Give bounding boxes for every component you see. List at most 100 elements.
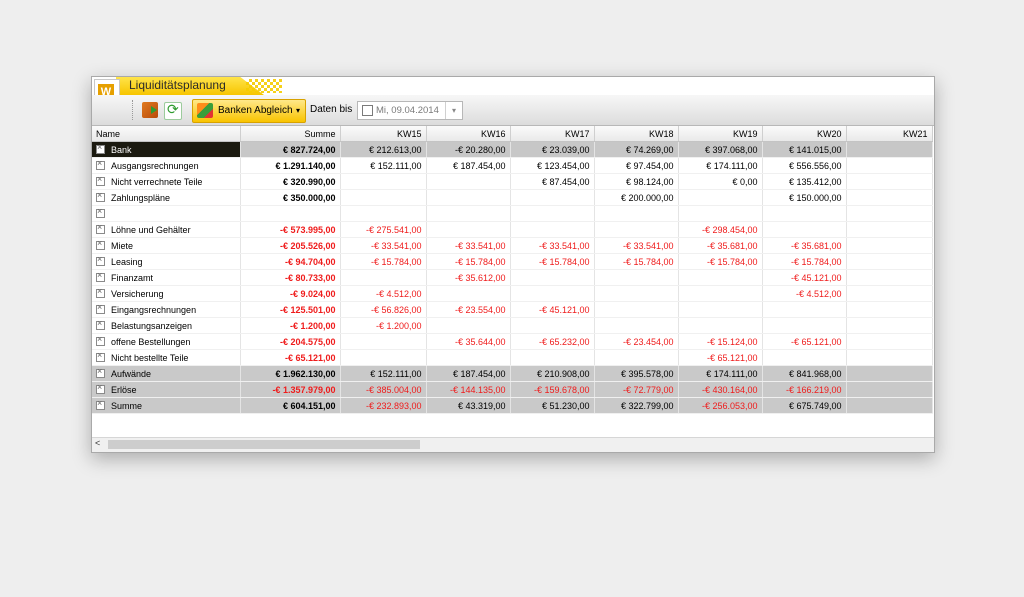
row-checkbox[interactable] (96, 158, 105, 170)
week-cell (846, 301, 933, 318)
scroll-left-icon[interactable]: < (95, 438, 100, 448)
table-row[interactable] (92, 205, 933, 222)
week-cell: -€ 15.784,00 (426, 253, 511, 270)
summe-cell: -€ 94.704,00 (240, 253, 341, 270)
week-cell (846, 253, 933, 270)
row-checkbox[interactable] (96, 366, 105, 378)
week-cell: € 322.799,00 (594, 397, 679, 414)
table-row[interactable]: Nicht verrechnete Teile € 320.990,00 € 87.… (92, 173, 933, 190)
table-row[interactable]: Eingangsrechnungen -€ 125.501,00-€ 56.826… (92, 301, 933, 318)
date-checkbox[interactable] (362, 105, 373, 116)
table-row[interactable]: Zahlungspläne € 350.000,00 € 200.000,00 € 1… (92, 189, 933, 206)
week-cell: -€ 159.678,00 (510, 381, 595, 398)
table-row[interactable]: Finanzamt -€ 80.733,00 -€ 35.612,00 -€ 45.1… (92, 269, 933, 286)
week-cell (846, 381, 933, 398)
table-row[interactable]: Summe € 604.151,00-€ 232.893,00€ 43.319,0… (92, 397, 933, 414)
week-cell: € 0,00 (678, 173, 763, 190)
week-cell: € 212.613,00 (340, 141, 427, 158)
week-cell (426, 317, 511, 334)
week-cell: -€ 4.512,00 (340, 285, 427, 302)
row-checkbox[interactable] (96, 382, 105, 394)
exit-icon[interactable] (142, 102, 158, 118)
summe-cell: € 1.962.130,00 (240, 365, 341, 382)
summe-cell (240, 205, 341, 222)
table-row[interactable]: Aufwände € 1.962.130,00€ 152.111,00€ 187.… (92, 365, 933, 382)
summe-cell: -€ 80.733,00 (240, 269, 341, 286)
row-checkbox[interactable] (96, 254, 105, 266)
table-row[interactable]: Ausgangsrechnungen € 1.291.140,00€ 152.11… (92, 157, 933, 174)
week-cell (594, 269, 679, 286)
table-row[interactable]: Belastungsanzeigen -€ 1.200,00-€ 1.200,00 (92, 317, 933, 334)
summe-cell: -€ 205.526,00 (240, 237, 341, 254)
week-cell: € 150.000,00 (762, 189, 847, 206)
row-name: Summe (111, 400, 143, 411)
week-cell (426, 349, 511, 366)
row-name-cell: Erlöse (92, 381, 241, 398)
column-header-name[interactable]: Name (92, 126, 241, 142)
table-row[interactable]: Bank € 827.724,00€ 212.613,00-€ 20.280,00… (92, 141, 933, 158)
week-cell (762, 317, 847, 334)
row-checkbox[interactable] (96, 238, 105, 250)
row-checkbox[interactable] (96, 286, 105, 298)
scrollbar-thumb[interactable] (108, 440, 420, 449)
banken-abgleich-button[interactable]: Banken Abgleich ▾ (192, 99, 306, 123)
week-cell: -€ 33.541,00 (510, 237, 595, 254)
row-name-cell: Zahlungspläne (92, 189, 241, 206)
row-checkbox[interactable] (96, 142, 105, 154)
bank-sync-icon (197, 103, 213, 118)
table-row[interactable]: Versicherung-€ 9.024,00-€ 4.512,00-€ 4.5… (92, 285, 933, 302)
row-checkbox[interactable] (96, 190, 105, 202)
table-row[interactable]: Leasing-€ 94.704,00-€ 15.784,00-€ 15.784… (92, 253, 933, 270)
row-checkbox[interactable] (96, 302, 105, 314)
week-cell: € 74.269,00 (594, 141, 679, 158)
table-row[interactable]: Löhne und Gehälter -€ 573.995,00-€ 275.54… (92, 221, 933, 238)
column-header-kw16[interactable]: KW16 (426, 126, 511, 142)
column-header-kw17[interactable]: KW17 (510, 126, 595, 142)
row-checkbox[interactable] (96, 206, 105, 218)
row-name: offene Bestellungen (111, 336, 191, 347)
row-checkbox[interactable] (96, 222, 105, 234)
row-checkbox[interactable] (96, 318, 105, 330)
liquidity-table: NameSummeKW15KW16KW17KW18KW19KW20KW21 Ba… (92, 126, 933, 414)
week-cell: € 841.968,00 (762, 365, 847, 382)
table-row[interactable]: Erlöse -€ 1.357.979,00-€ 385.004,00-€ 144… (92, 381, 933, 398)
horizontal-scrollbar[interactable]: < (92, 437, 934, 452)
date-picker[interactable]: Mi, 09.04.2014 ▾ (357, 101, 463, 120)
row-name-cell (92, 205, 241, 222)
row-checkbox[interactable] (96, 398, 105, 410)
table-row[interactable]: Miete-€ 205.526,00-€ 33.541,00-€ 33.541,… (92, 237, 933, 254)
row-name: Ausgangsrechnungen (111, 160, 199, 171)
column-header-kw18[interactable]: KW18 (594, 126, 679, 142)
week-cell (846, 173, 933, 190)
column-header-kw20[interactable]: KW20 (762, 126, 847, 142)
column-header-kw19[interactable]: KW19 (678, 126, 763, 142)
week-cell: € 556.556,00 (762, 157, 847, 174)
table-row[interactable]: Nicht bestellte Teile -€ 65.121,00 -€ 65.1… (92, 349, 933, 366)
row-name: Eingangsrechnungen (111, 304, 197, 315)
summe-cell: -€ 204.575,00 (240, 333, 341, 350)
row-name-cell: Ausgangsrechnungen (92, 157, 241, 174)
week-cell (510, 189, 595, 206)
column-header-summe[interactable]: Summe (240, 126, 341, 142)
date-dropdown-icon[interactable]: ▾ (445, 102, 462, 119)
week-cell: -€ 65.232,00 (510, 333, 595, 350)
column-header-kw21[interactable]: KW21 (846, 126, 933, 142)
row-checkbox[interactable] (96, 174, 105, 186)
row-checkbox[interactable] (96, 334, 105, 346)
row-name-cell: Bank (92, 141, 241, 158)
summe-cell: -€ 1.357.979,00 (240, 381, 341, 398)
row-name-cell: Summe (92, 397, 241, 414)
window-title: Liquiditätsplanung (129, 78, 226, 92)
week-cell (594, 317, 679, 334)
row-checkbox[interactable] (96, 350, 105, 362)
week-cell: € 135.412,00 (762, 173, 847, 190)
refresh-icon[interactable] (164, 101, 182, 120)
table-row[interactable]: offene Bestellungen -€ 204.575,00 -€ 35.64… (92, 333, 933, 350)
week-cell: -€ 56.826,00 (340, 301, 427, 318)
row-checkbox[interactable] (96, 270, 105, 282)
column-header-kw15[interactable]: KW15 (340, 126, 427, 142)
week-cell (846, 333, 933, 350)
week-cell (594, 301, 679, 318)
week-cell: -€ 15.784,00 (678, 253, 763, 270)
week-cell: € 675.749,00 (762, 397, 847, 414)
